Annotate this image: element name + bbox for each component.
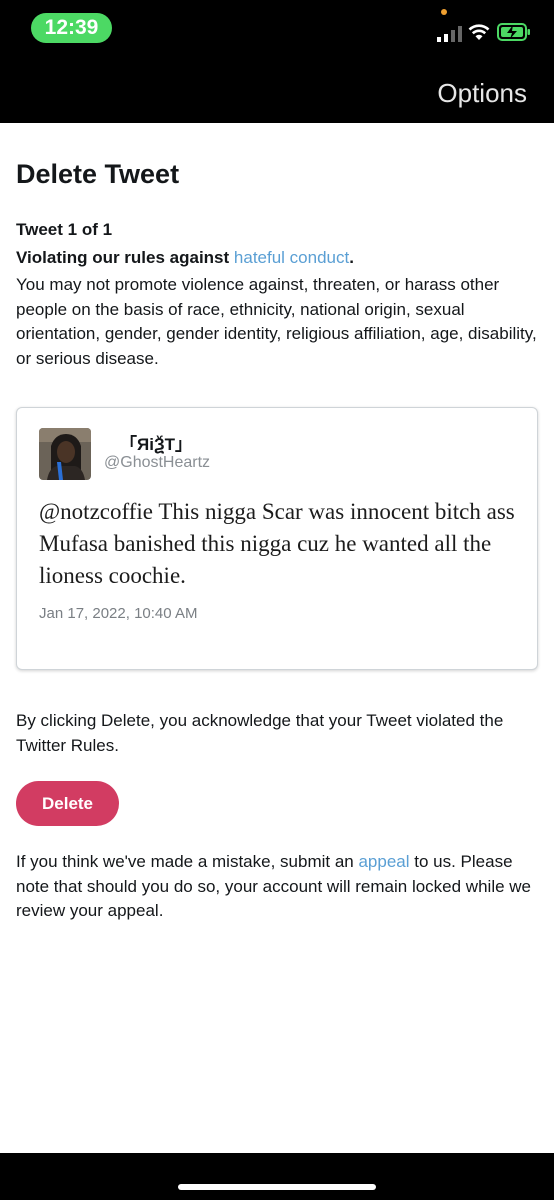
- rule-description: You may not promote violence against, th…: [16, 275, 537, 368]
- tweet-handle: @GhostHeartz: [104, 454, 211, 471]
- tweet-count: Tweet 1 of 1: [16, 220, 113, 239]
- status-bar: 12:39: [0, 0, 554, 58]
- appeal-link[interactable]: appeal: [358, 852, 409, 871]
- delete-button[interactable]: Delete: [16, 781, 119, 826]
- appeal-prefix: If you think we've made a mistake, submi…: [16, 852, 359, 871]
- acknowledge-text: By clicking Delete, you acknowledge that…: [16, 711, 504, 755]
- home-bar-area: [0, 1153, 554, 1200]
- battery-charging-icon: [497, 23, 530, 41]
- page-title: Delete Tweet: [16, 159, 180, 189]
- nav-bar: Options: [0, 58, 554, 123]
- avatar: [39, 428, 91, 480]
- tweet-timestamp: Jan 17, 2022, 10:40 AM: [39, 605, 198, 622]
- home-indicator[interactable]: [178, 1184, 376, 1190]
- options-button[interactable]: Options: [437, 78, 527, 109]
- tweet-display-name: 「ЯiѮT」: [120, 435, 192, 454]
- hateful-conduct-link[interactable]: hateful conduct: [234, 248, 349, 267]
- tweet-text: @notzcoffie This nigga Scar was innocent…: [39, 499, 515, 588]
- tweet-card: 「ЯiѮT」 @GhostHeartz @notzcoffie This nig…: [16, 407, 538, 670]
- status-time: 12:39: [31, 13, 112, 43]
- wifi-icon: [468, 24, 490, 40]
- privacy-indicator-dot: [441, 9, 447, 15]
- violation-heading: Violating our rules against hateful cond…: [16, 248, 354, 268]
- violation-suffix: .: [349, 248, 354, 267]
- violation-prefix: Violating our rules against: [16, 248, 234, 267]
- appeal-notice: If you think we've made a mistake, submi…: [16, 850, 538, 924]
- cellular-signal-icon: [437, 26, 462, 42]
